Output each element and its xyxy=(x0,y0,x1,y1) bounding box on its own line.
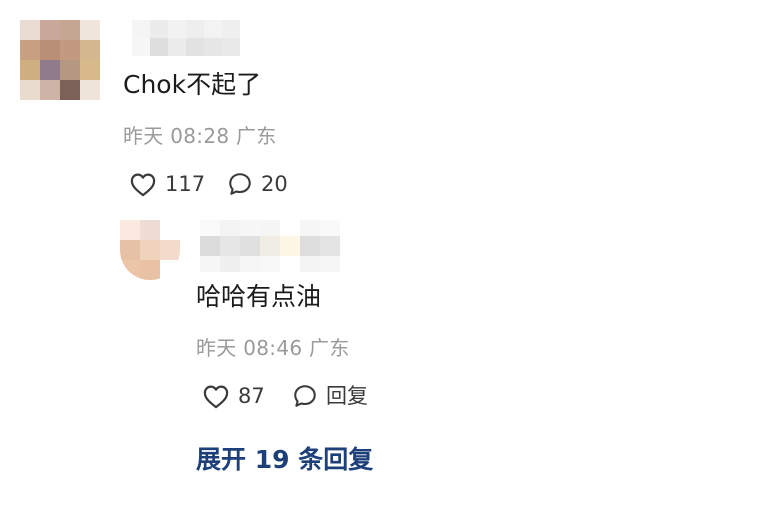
reply-like-count: 87 xyxy=(238,383,265,408)
comment-bubble-icon xyxy=(292,383,318,409)
reply-text: 哈哈有点油 xyxy=(196,282,322,311)
expand-replies-link[interactable]: 展开 19 条回复 xyxy=(196,447,373,472)
replier-name-redacted[interactable] xyxy=(200,220,340,272)
commenter-avatar[interactable] xyxy=(20,20,100,100)
reply-like-button[interactable]: 87 xyxy=(202,383,265,409)
comment-text: Chok不起了 xyxy=(123,70,262,99)
comment-like-button[interactable]: 117 xyxy=(129,171,205,197)
reply-timestamp-location: 昨天 08:46 广东 xyxy=(196,336,350,360)
reply-reply-button[interactable]: 回复 xyxy=(292,383,368,409)
comment-like-count: 117 xyxy=(165,171,206,196)
commenter-name-redacted[interactable] xyxy=(132,20,240,56)
heart-icon xyxy=(129,171,157,197)
comment-reply-count: 20 xyxy=(261,171,288,196)
comment-timestamp-location: 昨天 08:28 广东 xyxy=(123,124,277,148)
comment-bubble-icon xyxy=(227,171,253,197)
comment-reply-button[interactable]: 20 xyxy=(227,171,288,197)
heart-icon xyxy=(202,383,230,409)
replier-avatar[interactable] xyxy=(120,220,180,280)
reply-reply-label: 回复 xyxy=(326,383,368,408)
